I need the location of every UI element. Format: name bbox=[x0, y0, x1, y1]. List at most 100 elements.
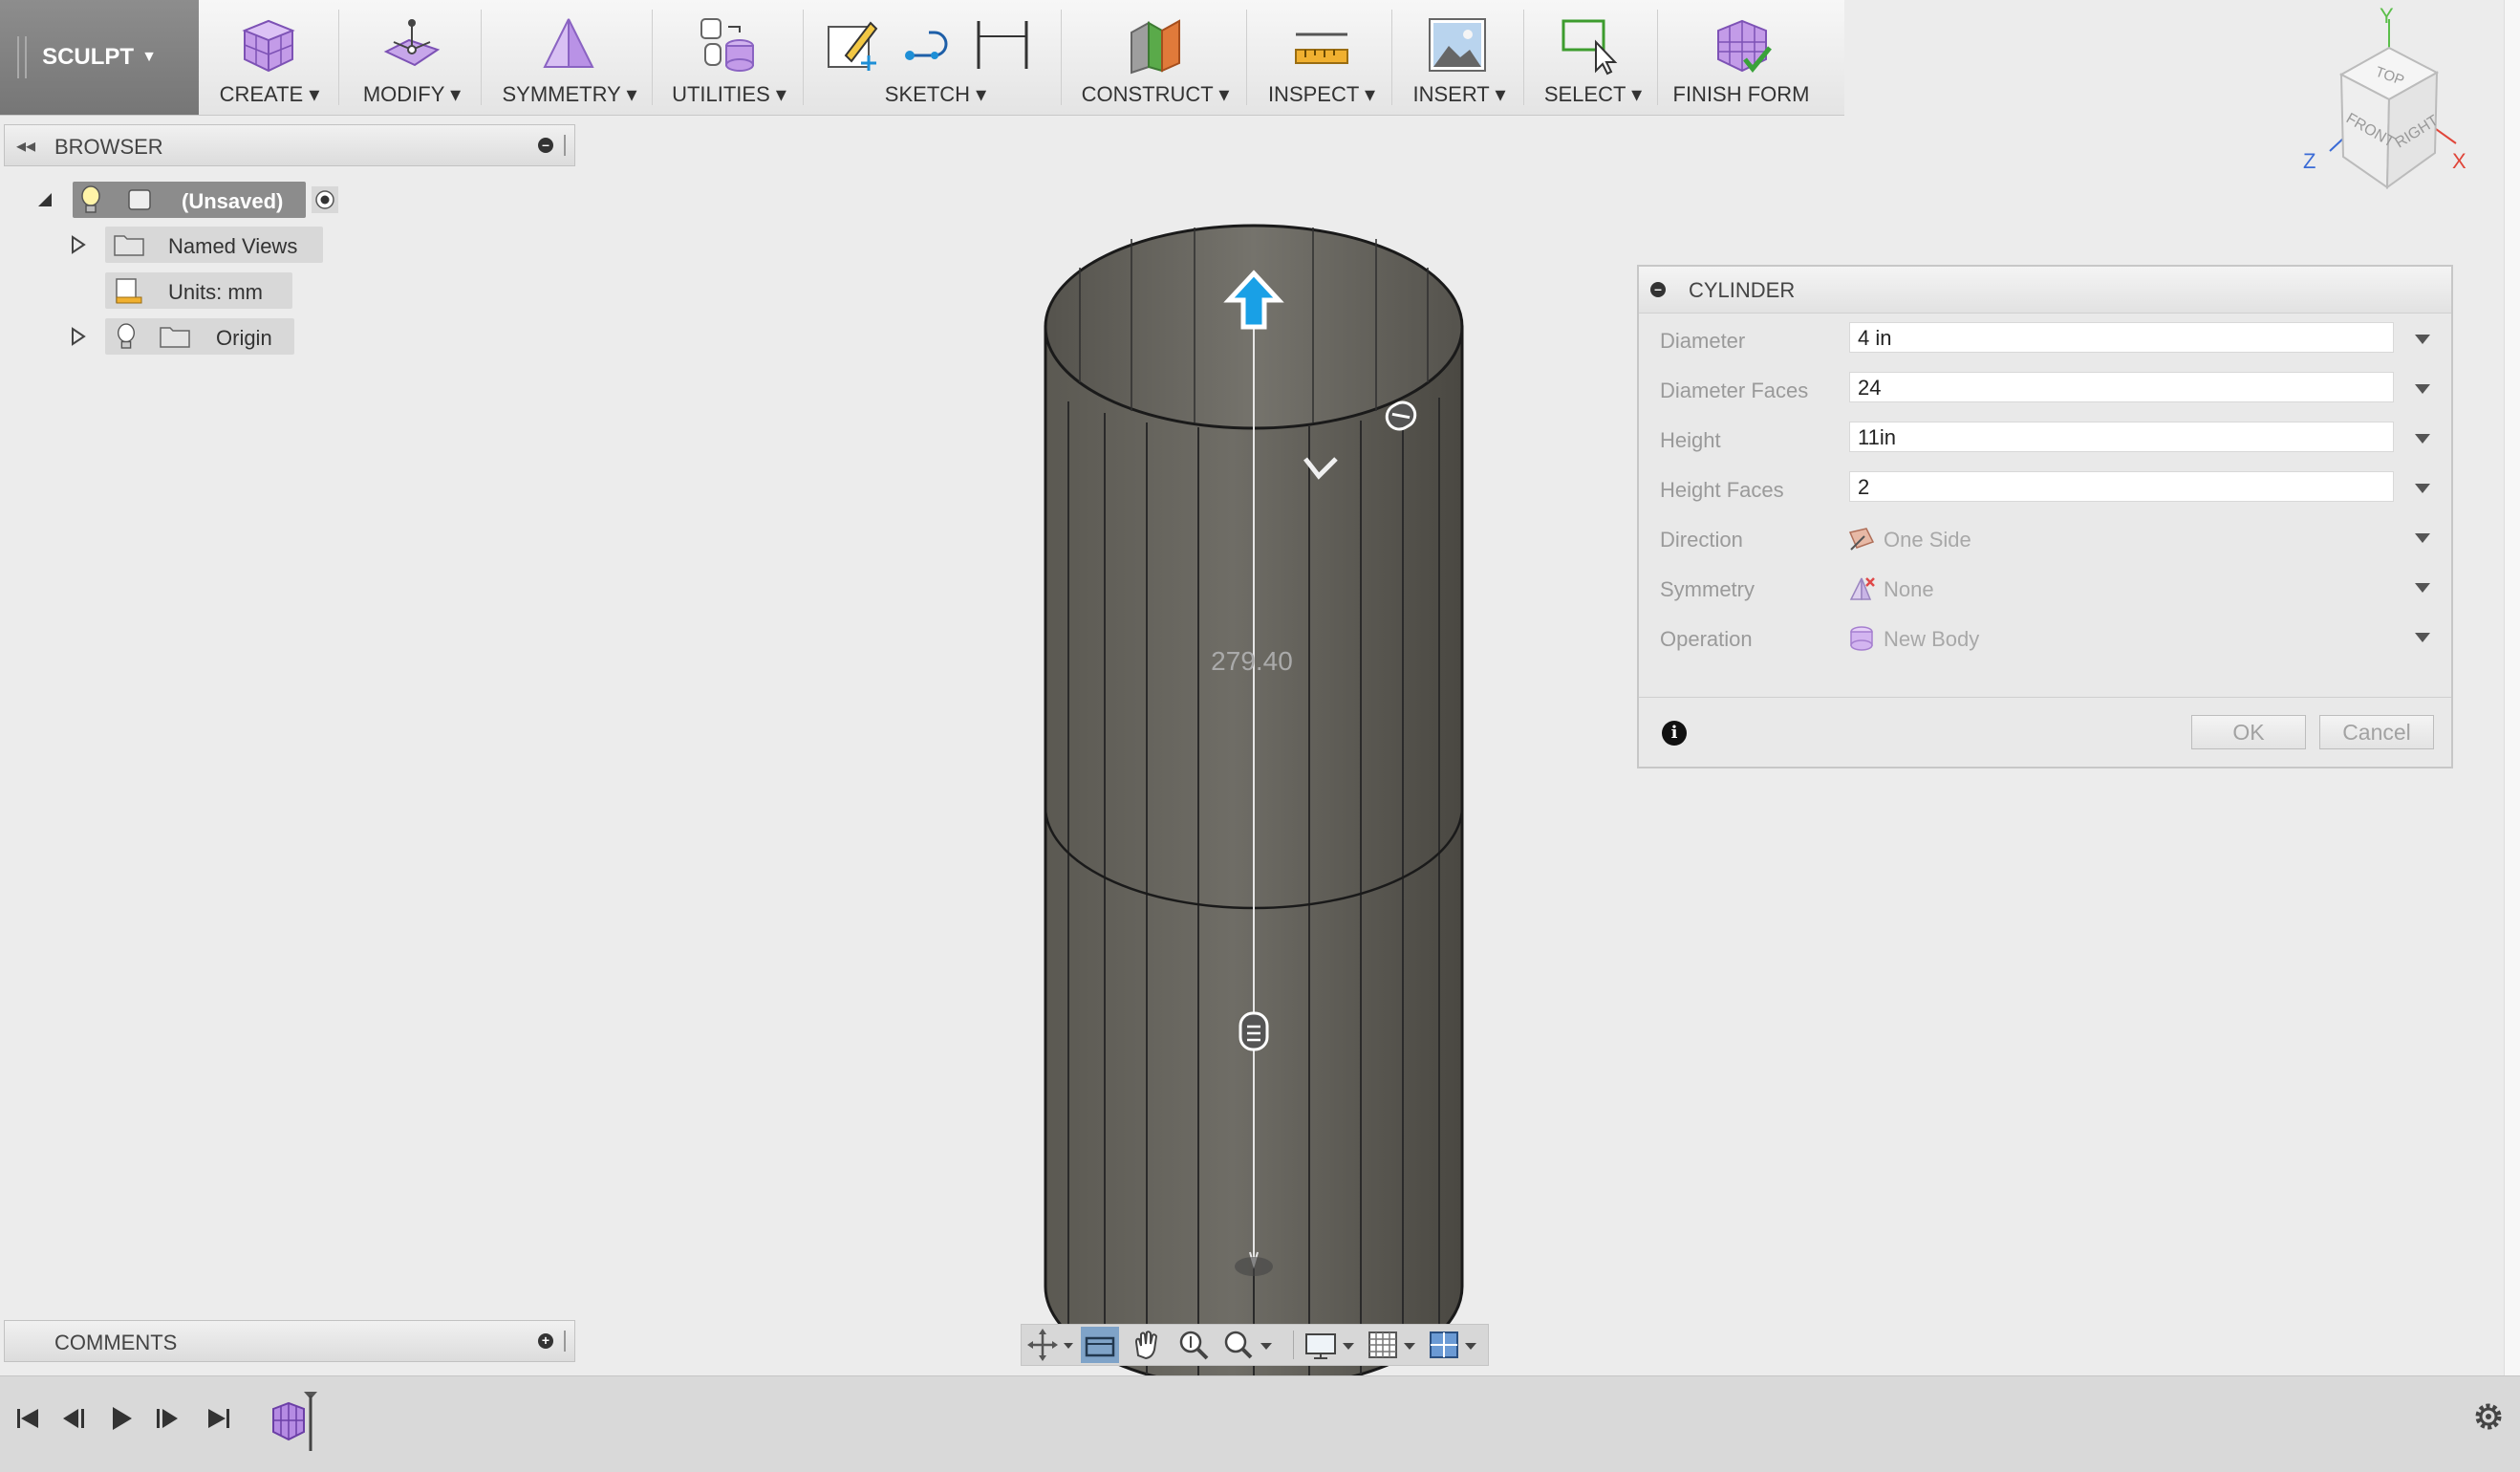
toolbar: SCULPT ▼ CREATE ▾ MODIFY ▾ SYMMETRY ▾ UT… bbox=[0, 0, 1844, 116]
create-box-icon bbox=[242, 19, 295, 73]
height-label: Height bbox=[1660, 428, 1721, 452]
step-back-icon[interactable] bbox=[55, 1399, 94, 1438]
toolbar-divider bbox=[1246, 10, 1247, 105]
comments-panel-header[interactable]: COMMENTS + bbox=[4, 1320, 575, 1362]
dialog-header[interactable]: – CYLINDER bbox=[1639, 267, 2451, 314]
comments-title: COMMENTS bbox=[54, 1331, 178, 1354]
axis-x-label: X bbox=[2452, 149, 2466, 173]
grid-settings-icon[interactable] bbox=[1366, 1327, 1423, 1363]
ok-button[interactable]: OK bbox=[2191, 715, 2306, 749]
measure-icon bbox=[1295, 32, 1348, 64]
cancel-button[interactable]: Cancel bbox=[2319, 715, 2434, 749]
add-comment-icon[interactable]: + bbox=[538, 1333, 553, 1349]
display-settings-icon[interactable] bbox=[1303, 1327, 1360, 1363]
construct-label: CONSTRUCT bbox=[1081, 82, 1214, 106]
symmetry-menu[interactable]: SYMMETRY ▾ bbox=[489, 0, 650, 115]
select-menu[interactable]: SELECT ▾ bbox=[1531, 0, 1655, 115]
height-row: Height 11in bbox=[1639, 420, 2451, 458]
zoom-icon[interactable] bbox=[1174, 1327, 1213, 1363]
nav-divider bbox=[1293, 1331, 1294, 1359]
modify-label: MODIFY bbox=[362, 82, 444, 106]
operation-label: Operation bbox=[1660, 627, 1753, 651]
insert-image-icon bbox=[1429, 18, 1486, 72]
diameter-faces-input[interactable]: 24 bbox=[1849, 372, 2394, 402]
go-to-start-icon[interactable] bbox=[10, 1399, 48, 1438]
insert-label: INSERT bbox=[1412, 82, 1490, 106]
fit-zoom-icon[interactable] bbox=[1220, 1327, 1278, 1363]
viewcube[interactable]: Y X Z TOP FRONT RIGHT bbox=[2284, 0, 2504, 201]
toolbar-divider bbox=[1391, 10, 1392, 105]
faces-handle-icon bbox=[1238, 1011, 1269, 1051]
sketch-menu[interactable]: SKETCH ▾ bbox=[810, 0, 1061, 115]
chevron-down-icon[interactable] bbox=[2415, 434, 2430, 444]
axis-y-label: Y bbox=[2380, 4, 2394, 28]
direction-row[interactable]: Direction One Side bbox=[1639, 519, 2451, 557]
chevron-down-icon[interactable] bbox=[2415, 484, 2430, 493]
toolbar-divider bbox=[1061, 10, 1062, 105]
finish-form-label: FINISH FORM bbox=[1672, 82, 1810, 106]
chevron-down-icon[interactable] bbox=[2415, 633, 2430, 642]
diameter-row: Diameter 4 in bbox=[1639, 320, 2451, 358]
collapse-icon[interactable]: – bbox=[1650, 282, 1666, 297]
inspect-menu[interactable]: INSPECT ▾ bbox=[1254, 0, 1389, 115]
cylinder-dialog: – CYLINDER Diameter 4 in Diameter Faces … bbox=[1637, 265, 2453, 768]
symmetry-row-label: Symmetry bbox=[1660, 577, 1755, 601]
one-side-direction-icon bbox=[1848, 528, 1875, 551]
diameter-input[interactable]: 4 in bbox=[1849, 322, 2394, 353]
symmetry-label: SYMMETRY bbox=[502, 82, 621, 106]
height-input[interactable]: 11in bbox=[1849, 422, 2394, 452]
timeline-form-feature-icon[interactable] bbox=[268, 1388, 325, 1455]
go-to-end-icon[interactable] bbox=[199, 1399, 237, 1438]
select-window-icon bbox=[1562, 19, 1618, 76]
sketch-label: SKETCH bbox=[884, 82, 971, 106]
step-forward-icon[interactable] bbox=[147, 1399, 185, 1438]
workspace-switcher[interactable]: SCULPT ▼ bbox=[0, 0, 199, 115]
symmetry-row[interactable]: Symmetry None bbox=[1639, 569, 2451, 607]
navigation-bar bbox=[1021, 1324, 1489, 1366]
insert-menu[interactable]: INSERT ▾ bbox=[1399, 0, 1519, 115]
height-faces-input[interactable]: 2 bbox=[1849, 471, 2394, 502]
chevron-down-icon[interactable] bbox=[2415, 583, 2430, 593]
panel-grip[interactable] bbox=[564, 1331, 569, 1352]
toolbar-divider bbox=[1657, 10, 1658, 105]
info-icon[interactable]: i bbox=[1662, 721, 1687, 746]
sketch-dimension-icon bbox=[977, 21, 1028, 69]
toolbar-grip[interactable] bbox=[17, 36, 27, 78]
finish-form-button[interactable]: FINISH FORM bbox=[1665, 0, 1818, 115]
height-faces-label: Height Faces bbox=[1660, 478, 1784, 502]
orbit-icon[interactable] bbox=[1025, 1327, 1075, 1363]
operation-row[interactable]: Operation New Body bbox=[1639, 618, 2451, 657]
utilities-label: UTILITIES bbox=[672, 82, 770, 106]
symmetry-icon bbox=[543, 18, 594, 68]
timeline-bar bbox=[0, 1375, 2520, 1472]
height-faces-row: Height Faces 2 bbox=[1639, 469, 2451, 508]
chevron-down-icon[interactable] bbox=[2415, 384, 2430, 394]
play-icon[interactable] bbox=[101, 1399, 140, 1438]
utilities-icon bbox=[700, 18, 754, 72]
select-label: SELECT bbox=[1543, 82, 1626, 106]
create-menu[interactable]: CREATE ▾ bbox=[208, 0, 331, 115]
sketch-arc-icon bbox=[905, 31, 948, 60]
workspace-label: SCULPT bbox=[42, 44, 135, 70]
pan-hand-icon[interactable] bbox=[1127, 1327, 1165, 1363]
look-at-icon[interactable] bbox=[1081, 1327, 1119, 1363]
right-edge-strip bbox=[2504, 0, 2520, 1375]
toolbar-divider bbox=[1523, 10, 1524, 105]
cylinder-body[interactable] bbox=[1023, 220, 1481, 1396]
construct-menu[interactable]: CONSTRUCT ▾ bbox=[1068, 0, 1242, 115]
finish-form-icon bbox=[1717, 19, 1772, 73]
dialog-title: CYLINDER bbox=[1689, 278, 1796, 302]
diameter-label: Diameter bbox=[1660, 329, 1746, 353]
modify-menu[interactable]: MODIFY ▾ bbox=[346, 0, 478, 115]
toolbar-divider bbox=[338, 10, 339, 105]
utilities-menu[interactable]: UTILITIES ▾ bbox=[659, 0, 799, 115]
chevron-down-icon[interactable] bbox=[2415, 533, 2430, 543]
diameter-faces-label: Diameter Faces bbox=[1660, 379, 1809, 402]
gear-icon[interactable] bbox=[2469, 1397, 2508, 1436]
chevron-down-icon[interactable] bbox=[2415, 335, 2430, 344]
height-dimension-label[interactable]: 279.40 bbox=[1175, 646, 1328, 677]
symmetry-none-icon bbox=[1849, 577, 1875, 600]
direction-value: One Side bbox=[1884, 528, 1971, 552]
axis-z-label: Z bbox=[2303, 149, 2315, 173]
viewports-icon[interactable] bbox=[1427, 1327, 1484, 1363]
